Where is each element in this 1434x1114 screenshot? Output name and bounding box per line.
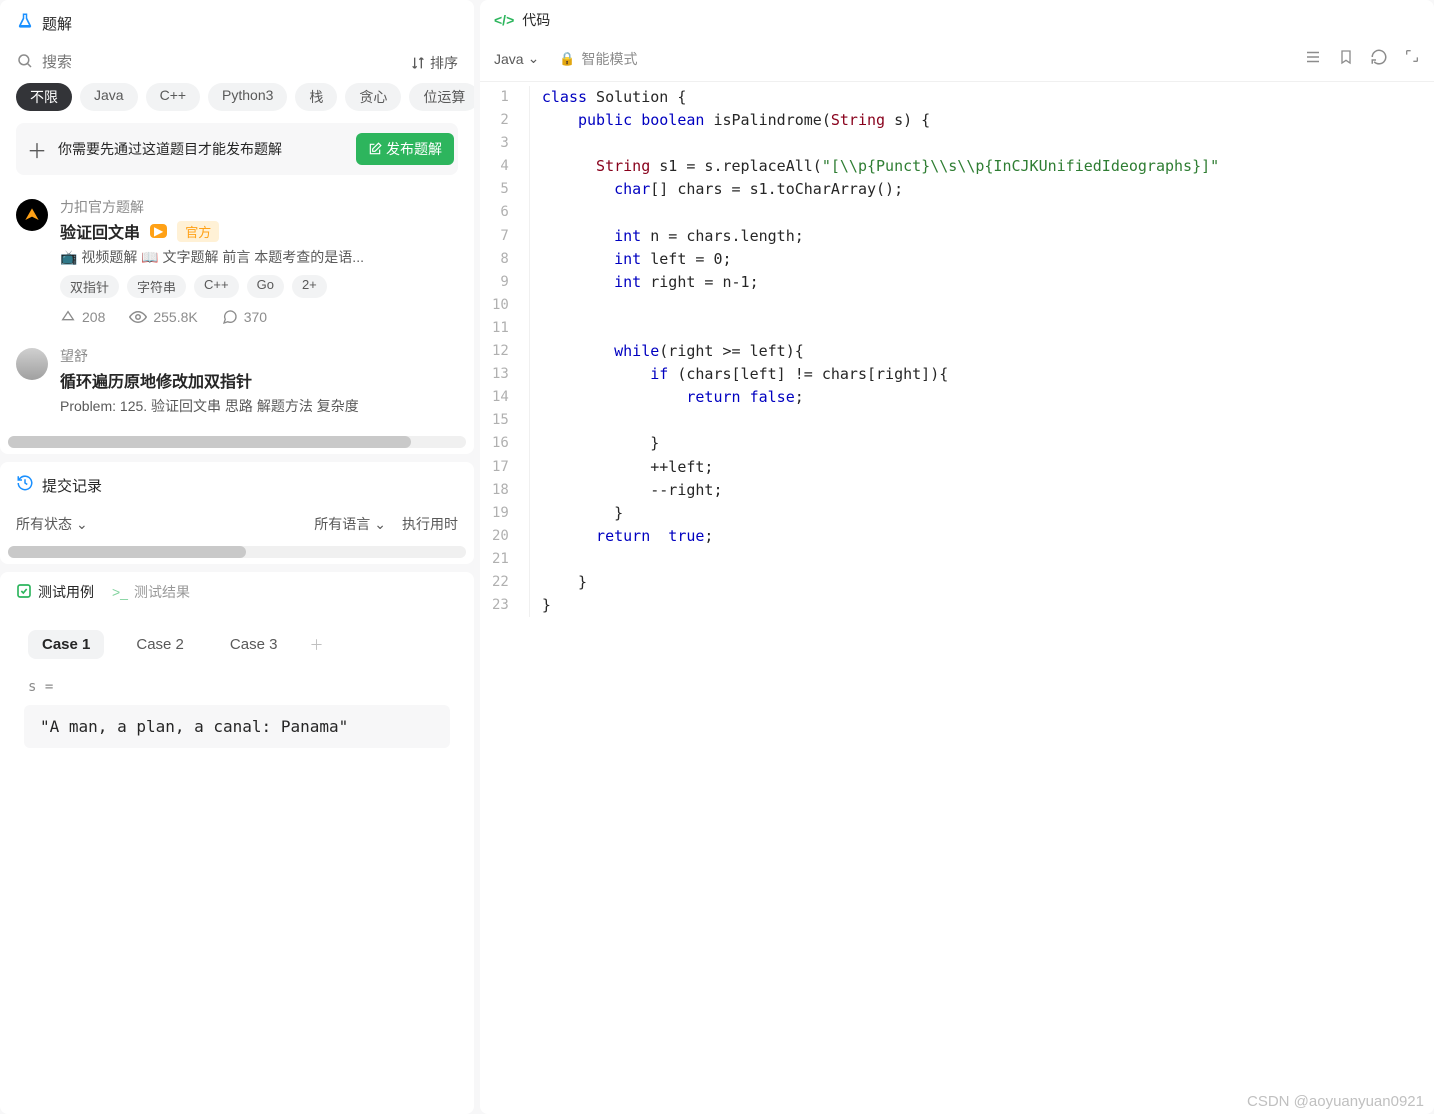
- search-box[interactable]: [16, 52, 402, 73]
- solutions-panel: 题解 排序 不限 Java C++ Python3 栈贪心位运算 ＋ 你需要先通过这道题…: [0, 0, 474, 454]
- terminal-icon: >_: [112, 584, 128, 600]
- official-badge: 官方: [177, 221, 219, 242]
- watermark: CSDN @aoyuanyuan0921: [1247, 1093, 1424, 1110]
- status-filter[interactable]: 所有状态 ⌄: [16, 514, 88, 534]
- tab-results[interactable]: >_ 测试结果: [112, 582, 190, 602]
- submission-panel: 提交记录 所有状态 ⌄ 所有语言 ⌄ 执行用时: [0, 462, 474, 564]
- submission-title: 提交记录: [42, 475, 102, 496]
- search-icon: [16, 52, 34, 73]
- tag[interactable]: 2+: [292, 275, 327, 298]
- chevron-down-icon: ⌄: [374, 516, 386, 533]
- fullscreen-icon[interactable]: [1404, 48, 1420, 69]
- h-scrollbar[interactable]: [8, 546, 466, 558]
- tab-testcases[interactable]: 测试用例: [16, 582, 94, 602]
- publish-hint: 你需要先通过这道题目才能发布题解: [58, 139, 346, 159]
- lock-icon: 🔒: [559, 51, 575, 67]
- sort-button[interactable]: 排序: [410, 53, 458, 73]
- h-scrollbar[interactable]: [8, 436, 466, 448]
- solution-list: 力扣官方题解 验证回文串 ▶ 官方 📺 视频题解 📖 文字题解 前言 本题考查的…: [0, 187, 474, 434]
- smart-mode[interactable]: 🔒 智能模式: [559, 49, 637, 69]
- filter-pill[interactable]: Python3: [208, 83, 287, 111]
- format-icon[interactable]: [1304, 48, 1322, 69]
- code-content[interactable]: class Solution { public boolean isPalind…: [530, 86, 1219, 617]
- video-icon: ▶: [150, 224, 167, 238]
- avatar: [16, 348, 48, 380]
- solution-desc: 📺 视频题解 📖 文字题解 前言 本题考查的是语...: [60, 247, 458, 267]
- filter-pill[interactable]: 位运算: [409, 83, 474, 111]
- search-input[interactable]: [42, 54, 402, 71]
- solutions-title: 题解: [42, 13, 72, 34]
- filter-pill[interactable]: C++: [146, 83, 200, 111]
- language-select[interactable]: Java ⌄: [494, 50, 539, 67]
- case-tabs: Case 1 Case 2 Case 3 ＋: [0, 612, 474, 669]
- solution-item[interactable]: 望舒 循环遍历原地修改加双指针 Problem: 125. 验证回文串 思路 解…: [0, 336, 474, 434]
- tag[interactable]: 字符串: [127, 275, 186, 298]
- plus-icon[interactable]: ＋: [26, 138, 48, 160]
- solution-title: 验证回文串: [60, 219, 140, 243]
- tag-row: 双指针字符串 C++ Go 2+: [60, 275, 458, 298]
- publish-bar: ＋ 你需要先通过这道题目才能发布题解 发布题解: [16, 123, 458, 175]
- bookmark-icon[interactable]: [1338, 48, 1354, 69]
- line-gutter: 1234567891011121314151617181920212223: [480, 86, 530, 617]
- flask-icon: [16, 12, 34, 34]
- code-icon: </>: [494, 12, 514, 28]
- case-variable: s =: [0, 669, 474, 701]
- avatar: [16, 199, 48, 231]
- filter-pill[interactable]: 不限: [16, 83, 72, 111]
- testcase-panel: 测试用例 >_ 测试结果 Case 1 Case 2 Case 3 ＋ s = "A …: [0, 572, 474, 1114]
- reset-icon[interactable]: [1370, 48, 1388, 69]
- filter-pill[interactable]: 贪心: [345, 83, 401, 111]
- comments-stat[interactable]: 370: [222, 308, 267, 326]
- solution-author: 望舒: [60, 346, 458, 366]
- chevron-down-icon: ⌄: [528, 50, 540, 67]
- tag[interactable]: Go: [247, 275, 284, 298]
- code-title: 代码: [522, 10, 550, 30]
- check-icon: [16, 583, 32, 602]
- solution-item[interactable]: 力扣官方题解 验证回文串 ▶ 官方 📺 视频题解 📖 文字题解 前言 本题考查的…: [0, 187, 474, 336]
- filter-row: 不限 Java C++ Python3 栈贪心位运算: [0, 83, 474, 123]
- tag[interactable]: 双指针: [60, 275, 119, 298]
- solution-author: 力扣官方题解: [60, 197, 458, 217]
- case-tab[interactable]: Case 1: [28, 630, 104, 659]
- code-panel: </> 代码 Java ⌄ 🔒 智能模式: [480, 0, 1434, 1114]
- publish-button[interactable]: 发布题解: [356, 133, 454, 165]
- views-stat: 255.8K: [129, 308, 197, 326]
- time-filter[interactable]: 执行用时: [402, 514, 458, 534]
- history-icon: [16, 474, 34, 496]
- solution-title: 循环遍历原地修改加双指针: [60, 368, 252, 392]
- tag[interactable]: C++: [194, 275, 239, 298]
- add-case-icon[interactable]: ＋: [309, 635, 323, 655]
- solution-desc: Problem: 125. 验证回文串 思路 解题方法 复杂度: [60, 396, 458, 416]
- case-value[interactable]: "A man, a plan, a canal: Panama": [24, 705, 450, 748]
- code-editor[interactable]: 1234567891011121314151617181920212223 cl…: [480, 82, 1434, 617]
- case-tab[interactable]: Case 3: [216, 630, 292, 659]
- filter-pill[interactable]: 栈: [295, 83, 337, 111]
- lang-filter[interactable]: 所有语言 ⌄: [314, 514, 386, 534]
- filter-pill[interactable]: Java: [80, 83, 138, 111]
- upvote-stat[interactable]: 208: [60, 308, 105, 326]
- chevron-down-icon: ⌄: [76, 516, 88, 533]
- case-tab[interactable]: Case 2: [122, 630, 198, 659]
